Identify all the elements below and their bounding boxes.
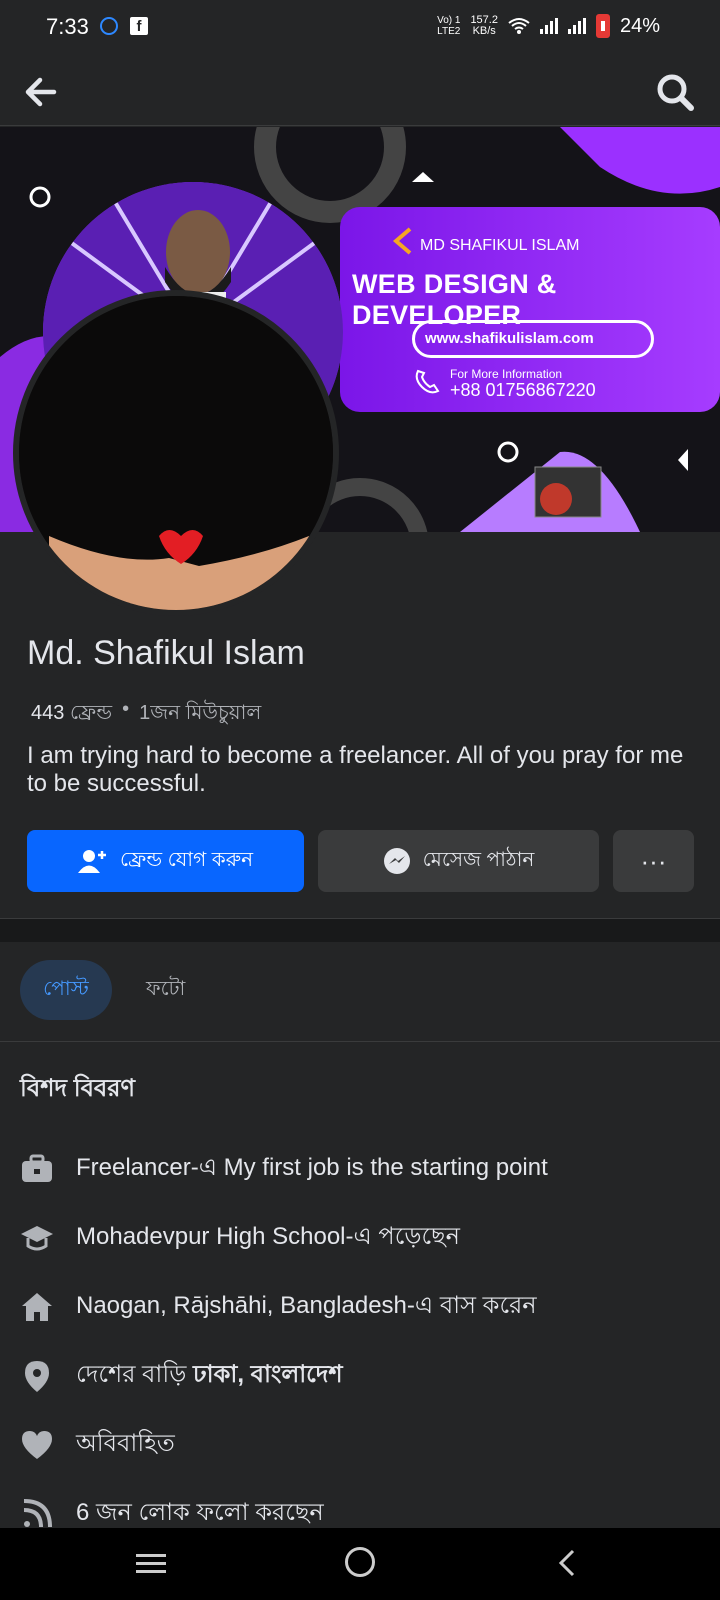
wifi-icon: [508, 18, 530, 34]
message-button[interactable]: মেসেজ পাঠান: [318, 830, 599, 892]
tabs-divider: [0, 1041, 720, 1042]
more-options-button[interactable]: ···: [613, 830, 694, 892]
cover-url: www.shafikulislam.com: [412, 320, 654, 358]
back-triangle-icon[interactable]: [555, 1548, 579, 1578]
graduation-cap-icon: [21, 1226, 53, 1251]
cover-info-label: For More Information: [450, 367, 563, 381]
cover-name: MD SHAFIKUL ISLAM: [420, 237, 580, 254]
messenger-icon: [383, 848, 410, 874]
profile-picture[interactable]: [13, 290, 339, 616]
profile-name: Md. Shafikul Islam: [27, 634, 305, 672]
chevron-logo-icon: [392, 227, 412, 255]
tab-posts[interactable]: পোস্ট: [20, 960, 112, 1020]
phone-icon: [415, 369, 440, 394]
location-pin-icon: [25, 1361, 49, 1392]
mutual-friends[interactable]: 1জন মিউচুয়াল: [139, 698, 261, 731]
detail-work[interactable]: Freelancer-এ My first job is the startin…: [20, 1149, 548, 1189]
briefcase-icon: [22, 1154, 52, 1182]
heart-icon: [22, 1431, 52, 1459]
home-button-icon[interactable]: [345, 1547, 375, 1577]
top-navigation: [0, 56, 720, 126]
battery-percent: 24%: [619, 14, 660, 37]
arrow-left-icon[interactable]: [20, 71, 62, 113]
facebook-icon: f: [130, 17, 148, 35]
friends-stat[interactable]: 443 ফ্রেন্ড: [31, 698, 112, 731]
rss-icon: [23, 1499, 52, 1528]
signal-icon-2: [567, 18, 586, 34]
network-label: Vo) 1 LTE2: [437, 15, 461, 37]
profile-bio: I am trying hard to become a freelancer.…: [27, 742, 684, 797]
notification-icon: [100, 17, 118, 35]
detail-hometown[interactable]: দেশের বাড়ি ঢাকা, বাংলাদেশ: [20, 1356, 343, 1396]
signal-icon: [539, 18, 558, 34]
section-divider: [0, 918, 720, 942]
add-user-icon: [77, 850, 106, 873]
speed-indicator: 157.2 KB/s: [470, 14, 498, 37]
detail-relationship[interactable]: অবিবাহিত: [20, 1425, 175, 1465]
recent-apps-icon[interactable]: [136, 1552, 166, 1576]
status-bar: 7:33 f Vo) 1 LTE2 157.2 KB/s 24%: [0, 0, 720, 56]
system-navigation-bar: [0, 1528, 720, 1600]
search-icon[interactable]: [654, 71, 696, 113]
details-title: বিশদ বিবরণ: [20, 1075, 135, 1102]
detail-lives-in[interactable]: Naogan, Rājshāhi, Bangladesh-এ বাস করেন: [20, 1287, 537, 1327]
home-icon: [22, 1293, 52, 1321]
profile-stats: 443 ফ্রেন্ড • 1জন মিউচুয়াল: [31, 698, 261, 731]
more-icon: ···: [640, 845, 667, 876]
detail-education[interactable]: Mohadevpur High School-এ পড়েছেন: [20, 1218, 460, 1258]
add-friend-button[interactable]: ফ্রেন্ড যোগ করুন: [27, 830, 304, 892]
battery-icon: [595, 14, 610, 38]
tab-photos[interactable]: ফটো: [146, 960, 185, 1020]
status-time: 7:33: [46, 14, 89, 39]
cover-phone: +88 01756867220: [450, 380, 596, 400]
